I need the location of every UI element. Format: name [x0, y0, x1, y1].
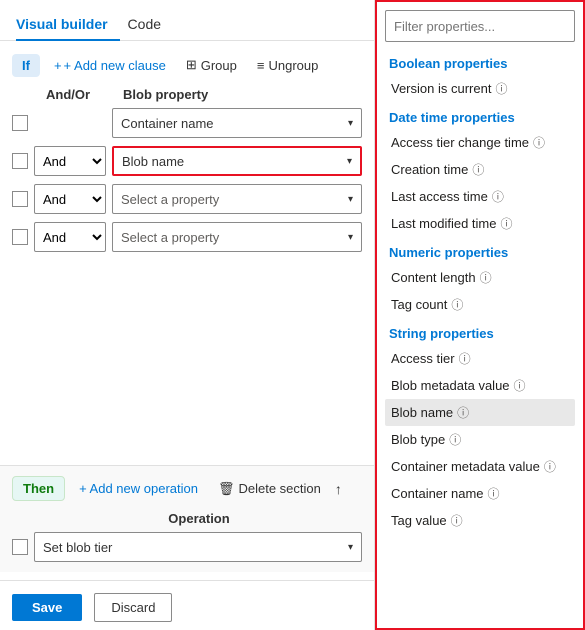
info-icon[interactable]: ⓘ — [449, 431, 461, 448]
info-icon[interactable]: ⓘ — [514, 377, 526, 394]
clause-row: And Or Select a property ▾ — [12, 184, 362, 214]
row2-property-value: Blob name — [122, 154, 184, 169]
info-icon[interactable]: ⓘ — [472, 161, 484, 178]
prop-item-content-length[interactable]: Content length ⓘ — [385, 264, 575, 291]
trash-icon: 🗑 — [218, 481, 235, 497]
ungroup-button[interactable]: ≡ Ungroup — [251, 54, 324, 77]
info-icon[interactable]: ⓘ — [495, 80, 507, 97]
row2-andor-select[interactable]: And Or — [34, 146, 106, 176]
prop-item-version-is-current[interactable]: Version is current ⓘ — [385, 75, 575, 102]
plus-icon: + — [54, 58, 62, 73]
chevron-down-icon: ▾ — [348, 118, 353, 129]
add-operation-button[interactable]: + Add new operation — [73, 477, 204, 500]
if-header: If + + Add new clause ⊞ Group ≡ Ungroup — [12, 53, 362, 77]
info-icon[interactable]: ⓘ — [459, 350, 471, 367]
row3-checkbox[interactable] — [12, 191, 28, 207]
clause-row: And Or Select a property ▾ — [12, 222, 362, 252]
prop-item-tag-count[interactable]: Tag count ⓘ — [385, 291, 575, 318]
prop-item-blob-name[interactable]: Blob name ⓘ — [385, 399, 575, 426]
then-badge: Then — [12, 476, 65, 501]
prop-item-container-metadata-value[interactable]: Container metadata value ⓘ — [385, 453, 575, 480]
row1-property-value: Container name — [121, 116, 214, 131]
tab-visual-builder[interactable]: Visual builder — [16, 8, 120, 40]
prop-item-last-access-time[interactable]: Last access time ⓘ — [385, 183, 575, 210]
ungroup-icon: ≡ — [257, 58, 265, 73]
prop-col-header: Blob property — [123, 87, 362, 102]
chevron-down-icon: ▾ — [347, 156, 352, 167]
add-clause-button[interactable]: + + Add new clause — [48, 54, 172, 77]
info-icon[interactable]: ⓘ — [544, 458, 556, 475]
info-icon[interactable]: ⓘ — [480, 269, 492, 286]
group-icon: ⊞ — [186, 57, 197, 73]
op-row: Set blob tier ▾ — [12, 532, 362, 562]
discard-button[interactable]: Discard — [94, 593, 172, 622]
op-select[interactable]: Set blob tier ▾ — [34, 532, 362, 562]
properties-list: Boolean properties Version is current ⓘ … — [377, 48, 583, 628]
chevron-down-icon: ▾ — [348, 542, 353, 553]
category-string: String properties — [385, 318, 575, 345]
op-column-headers: Operation — [12, 511, 362, 532]
row2-checkbox[interactable] — [12, 153, 28, 169]
row4-andor-select[interactable]: And Or — [34, 222, 106, 252]
prop-item-blob-type[interactable]: Blob type ⓘ — [385, 426, 575, 453]
tabs-bar: Visual builder Code — [0, 8, 374, 41]
row1-checkbox[interactable] — [12, 115, 28, 131]
category-numeric: Numeric properties — [385, 237, 575, 264]
info-icon[interactable]: ⓘ — [457, 404, 469, 421]
prop-item-creation-time[interactable]: Creation time ⓘ — [385, 156, 575, 183]
row1-property-select[interactable]: Container name ▾ — [112, 108, 362, 138]
if-section: If + + Add new clause ⊞ Group ≡ Ungroup … — [0, 53, 374, 465]
column-headers: And/Or Blob property — [12, 87, 362, 108]
row3-property-select[interactable]: Select a property ▾ — [112, 184, 362, 214]
op-checkbox[interactable] — [12, 539, 28, 555]
info-icon[interactable]: ⓘ — [451, 296, 463, 313]
prop-item-container-name[interactable]: Container name ⓘ — [385, 480, 575, 507]
info-icon[interactable]: ⓘ — [533, 134, 545, 151]
prop-item-tag-value[interactable]: Tag value ⓘ — [385, 507, 575, 534]
then-header: Then + Add new operation 🗑 Delete sectio… — [12, 476, 362, 501]
info-icon[interactable]: ⓘ — [451, 512, 463, 529]
row3-property-placeholder: Select a property — [121, 192, 219, 207]
group-button[interactable]: ⊞ Group — [180, 53, 243, 77]
if-badge: If — [12, 54, 40, 77]
op-value: Set blob tier — [43, 540, 112, 555]
chevron-down-icon: ▾ — [348, 194, 353, 205]
prop-item-blob-metadata-value[interactable]: Blob metadata value ⓘ — [385, 372, 575, 399]
clause-row: Container name ▾ — [12, 108, 362, 138]
row4-property-select[interactable]: Select a property ▾ — [112, 222, 362, 252]
delete-section-button[interactable]: 🗑 Delete section — [212, 477, 327, 501]
prop-item-access-tier[interactable]: Access tier ⓘ — [385, 345, 575, 372]
save-bar: Save Discard — [0, 580, 374, 622]
tab-code[interactable]: Code — [128, 8, 173, 40]
row4-property-placeholder: Select a property — [121, 230, 219, 245]
info-icon[interactable]: ⓘ — [492, 188, 504, 205]
op-col-header: Operation — [36, 511, 362, 526]
filter-properties-input[interactable] — [385, 10, 575, 42]
then-section: Then + Add new operation 🗑 Delete sectio… — [0, 465, 374, 572]
clause-row: And Or Blob name ▾ — [12, 146, 362, 176]
andor-col-header: And/Or — [42, 87, 117, 102]
row2-property-select[interactable]: Blob name ▾ — [112, 146, 362, 176]
row4-checkbox[interactable] — [12, 229, 28, 245]
category-datetime: Date time properties — [385, 102, 575, 129]
right-panel: Boolean properties Version is current ⓘ … — [375, 0, 585, 630]
save-button[interactable]: Save — [12, 594, 82, 621]
left-panel: Visual builder Code If + + Add new claus… — [0, 0, 375, 630]
prop-item-last-modified-time[interactable]: Last modified time ⓘ — [385, 210, 575, 237]
row3-andor-select[interactable]: And Or — [34, 184, 106, 214]
info-icon[interactable]: ⓘ — [501, 215, 513, 232]
chevron-down-icon: ▾ — [348, 232, 353, 243]
move-up-button[interactable]: ↑ — [335, 481, 342, 497]
info-icon[interactable]: ⓘ — [488, 485, 500, 502]
prop-item-access-tier-change-time[interactable]: Access tier change time ⓘ — [385, 129, 575, 156]
category-boolean: Boolean properties — [385, 48, 575, 75]
